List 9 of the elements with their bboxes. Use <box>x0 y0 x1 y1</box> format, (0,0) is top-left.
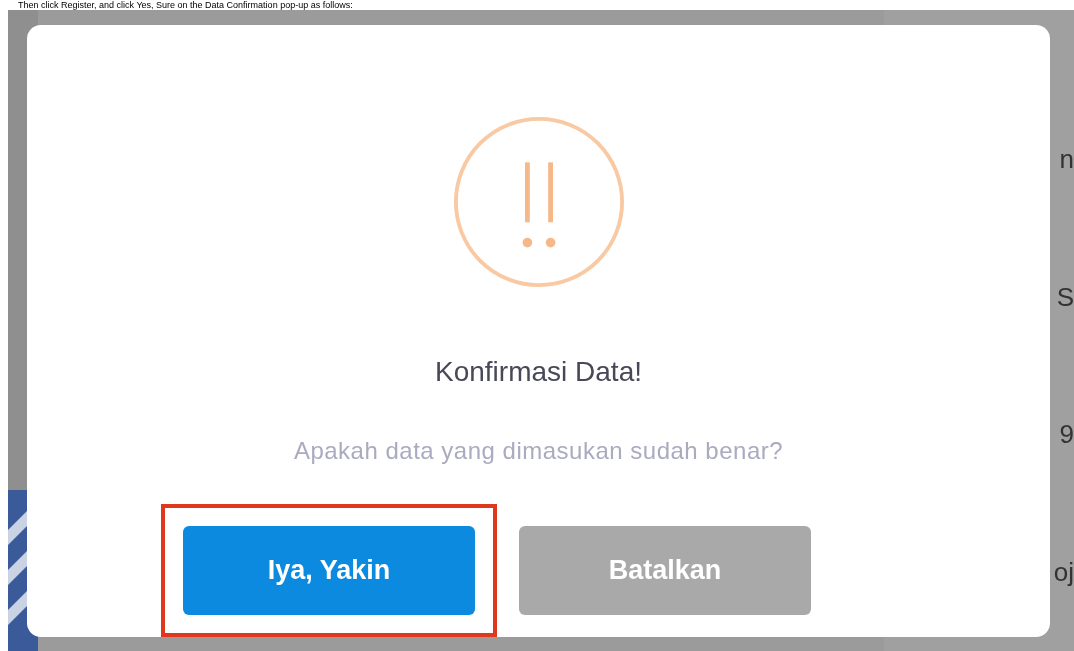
dialog-title: Konfirmasi Data! <box>435 355 642 389</box>
caption: Then click Register, and click Yes, Sure on the Data Confirmation pop-up as follows: <box>17 0 354 10</box>
dialog-message: Apakah data yang dimasukan sudah benar? <box>293 436 784 466</box>
field-text: oj <box>1053 559 1074 586</box>
cancel-button[interactable]: Batalkan <box>519 526 811 615</box>
confirm-button[interactable]: Iya, Yakin <box>183 526 475 615</box>
field-text: S <box>1056 283 1074 310</box>
field-text: n <box>1059 145 1074 172</box>
field-text: 9 <box>1059 421 1074 448</box>
